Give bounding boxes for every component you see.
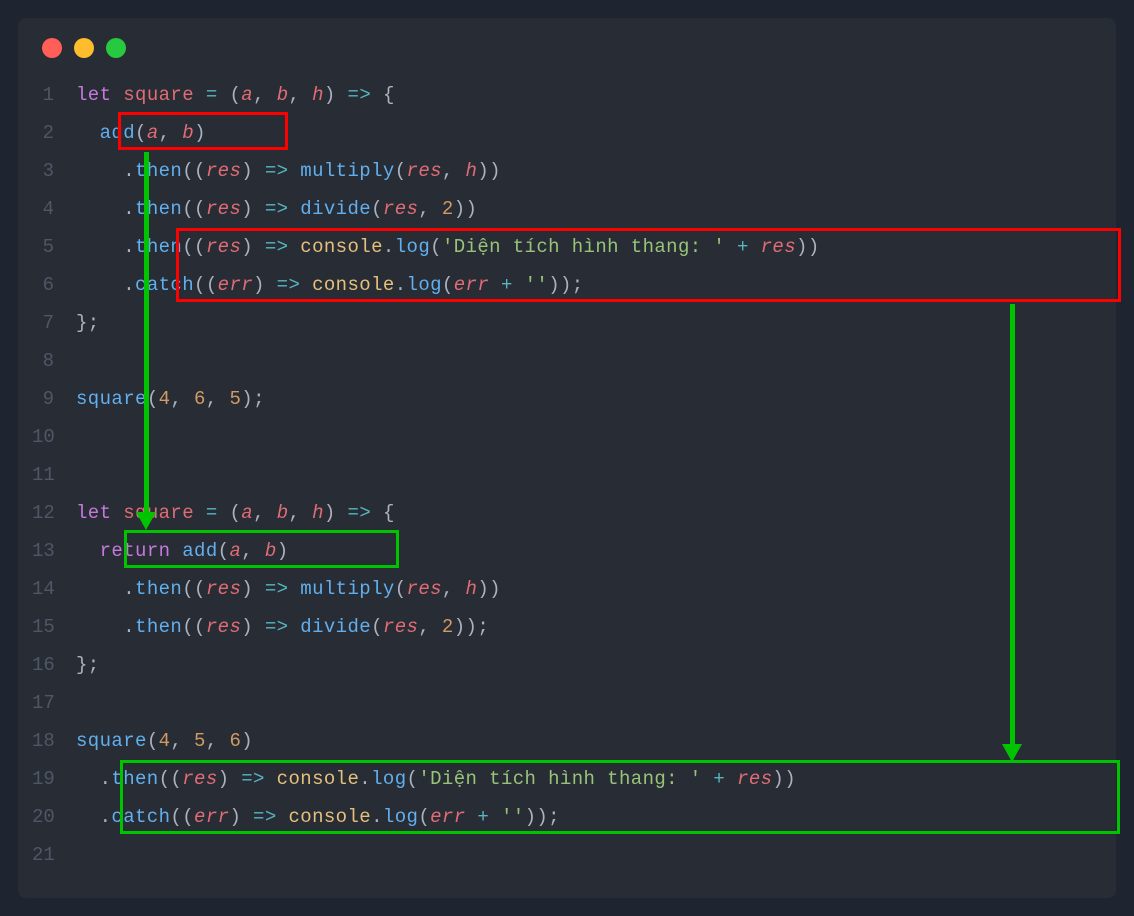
code-content[interactable]: .catch((err) => console.log(err + '')); xyxy=(76,798,560,836)
line-number: 14 xyxy=(32,570,76,608)
line-number: 6 xyxy=(32,266,76,304)
code-content[interactable]: .then((res) => divide(res, 2)); xyxy=(76,608,489,646)
minimize-window-button[interactable] xyxy=(74,38,94,58)
code-content[interactable]: .then((res) => multiply(res, h)) xyxy=(76,570,501,608)
code-content[interactable]: square(4, 5, 6) xyxy=(76,722,253,760)
code-line[interactable]: 16}; xyxy=(32,646,1102,684)
code-content[interactable]: .then((res) => console.log('Diện tích hì… xyxy=(76,760,796,798)
code-line[interactable]: 11 xyxy=(32,456,1102,494)
line-number: 13 xyxy=(32,532,76,570)
maximize-window-button[interactable] xyxy=(106,38,126,58)
code-editor-area[interactable]: 1let square = (a, b, h) => {2 add(a, b)3… xyxy=(32,76,1102,874)
code-line[interactable]: 15 .then((res) => divide(res, 2)); xyxy=(32,608,1102,646)
line-number: 3 xyxy=(32,152,76,190)
code-window: 1let square = (a, b, h) => {2 add(a, b)3… xyxy=(18,18,1116,898)
code-line[interactable]: 12let square = (a, b, h) => { xyxy=(32,494,1102,532)
code-line[interactable]: 21 xyxy=(32,836,1102,874)
line-number: 5 xyxy=(32,228,76,266)
code-line[interactable]: 14 .then((res) => multiply(res, h)) xyxy=(32,570,1102,608)
line-number: 7 xyxy=(32,304,76,342)
code-line[interactable]: 6 .catch((err) => console.log(err + ''))… xyxy=(32,266,1102,304)
code-content[interactable]: add(a, b) xyxy=(76,114,206,152)
line-number: 16 xyxy=(32,646,76,684)
code-content[interactable]: let square = (a, b, h) => { xyxy=(76,76,395,114)
line-number: 17 xyxy=(32,684,76,722)
line-number: 12 xyxy=(32,494,76,532)
code-content[interactable]: .then((res) => console.log('Diện tích hì… xyxy=(76,228,820,266)
code-content[interactable]: }; xyxy=(76,304,100,342)
code-content[interactable]: let square = (a, b, h) => { xyxy=(76,494,395,532)
code-line[interactable]: 2 add(a, b) xyxy=(32,114,1102,152)
code-content[interactable]: .then((res) => multiply(res, h)) xyxy=(76,152,501,190)
code-content[interactable]: square(4, 6, 5); xyxy=(76,380,265,418)
code-line[interactable]: 3 .then((res) => multiply(res, h)) xyxy=(32,152,1102,190)
code-line[interactable]: 5 .then((res) => console.log('Diện tích … xyxy=(32,228,1102,266)
line-number: 8 xyxy=(32,342,76,380)
code-content[interactable]: .then((res) => divide(res, 2)) xyxy=(76,190,477,228)
line-number: 19 xyxy=(32,760,76,798)
code-content[interactable]: }; xyxy=(76,646,100,684)
line-number: 11 xyxy=(32,456,76,494)
code-line[interactable]: 7}; xyxy=(32,304,1102,342)
code-line[interactable]: 20 .catch((err) => console.log(err + '')… xyxy=(32,798,1102,836)
code-line[interactable]: 4 .then((res) => divide(res, 2)) xyxy=(32,190,1102,228)
code-content[interactable]: return add(a, b) xyxy=(76,532,289,570)
code-line[interactable]: 19 .then((res) => console.log('Diện tích… xyxy=(32,760,1102,798)
line-number: 1 xyxy=(32,76,76,114)
line-number: 9 xyxy=(32,380,76,418)
line-number: 4 xyxy=(32,190,76,228)
line-number: 2 xyxy=(32,114,76,152)
code-line[interactable]: 18square(4, 5, 6) xyxy=(32,722,1102,760)
line-number: 21 xyxy=(32,836,76,874)
code-line[interactable]: 9square(4, 6, 5); xyxy=(32,380,1102,418)
line-number: 15 xyxy=(32,608,76,646)
code-line[interactable]: 8 xyxy=(32,342,1102,380)
code-line[interactable]: 10 xyxy=(32,418,1102,456)
line-number: 20 xyxy=(32,798,76,836)
code-line[interactable]: 1let square = (a, b, h) => { xyxy=(32,76,1102,114)
window-traffic-lights xyxy=(32,36,1102,76)
code-content[interactable]: .catch((err) => console.log(err + '')); xyxy=(76,266,584,304)
code-line[interactable]: 13 return add(a, b) xyxy=(32,532,1102,570)
line-number: 18 xyxy=(32,722,76,760)
close-window-button[interactable] xyxy=(42,38,62,58)
code-line[interactable]: 17 xyxy=(32,684,1102,722)
line-number: 10 xyxy=(32,418,76,456)
